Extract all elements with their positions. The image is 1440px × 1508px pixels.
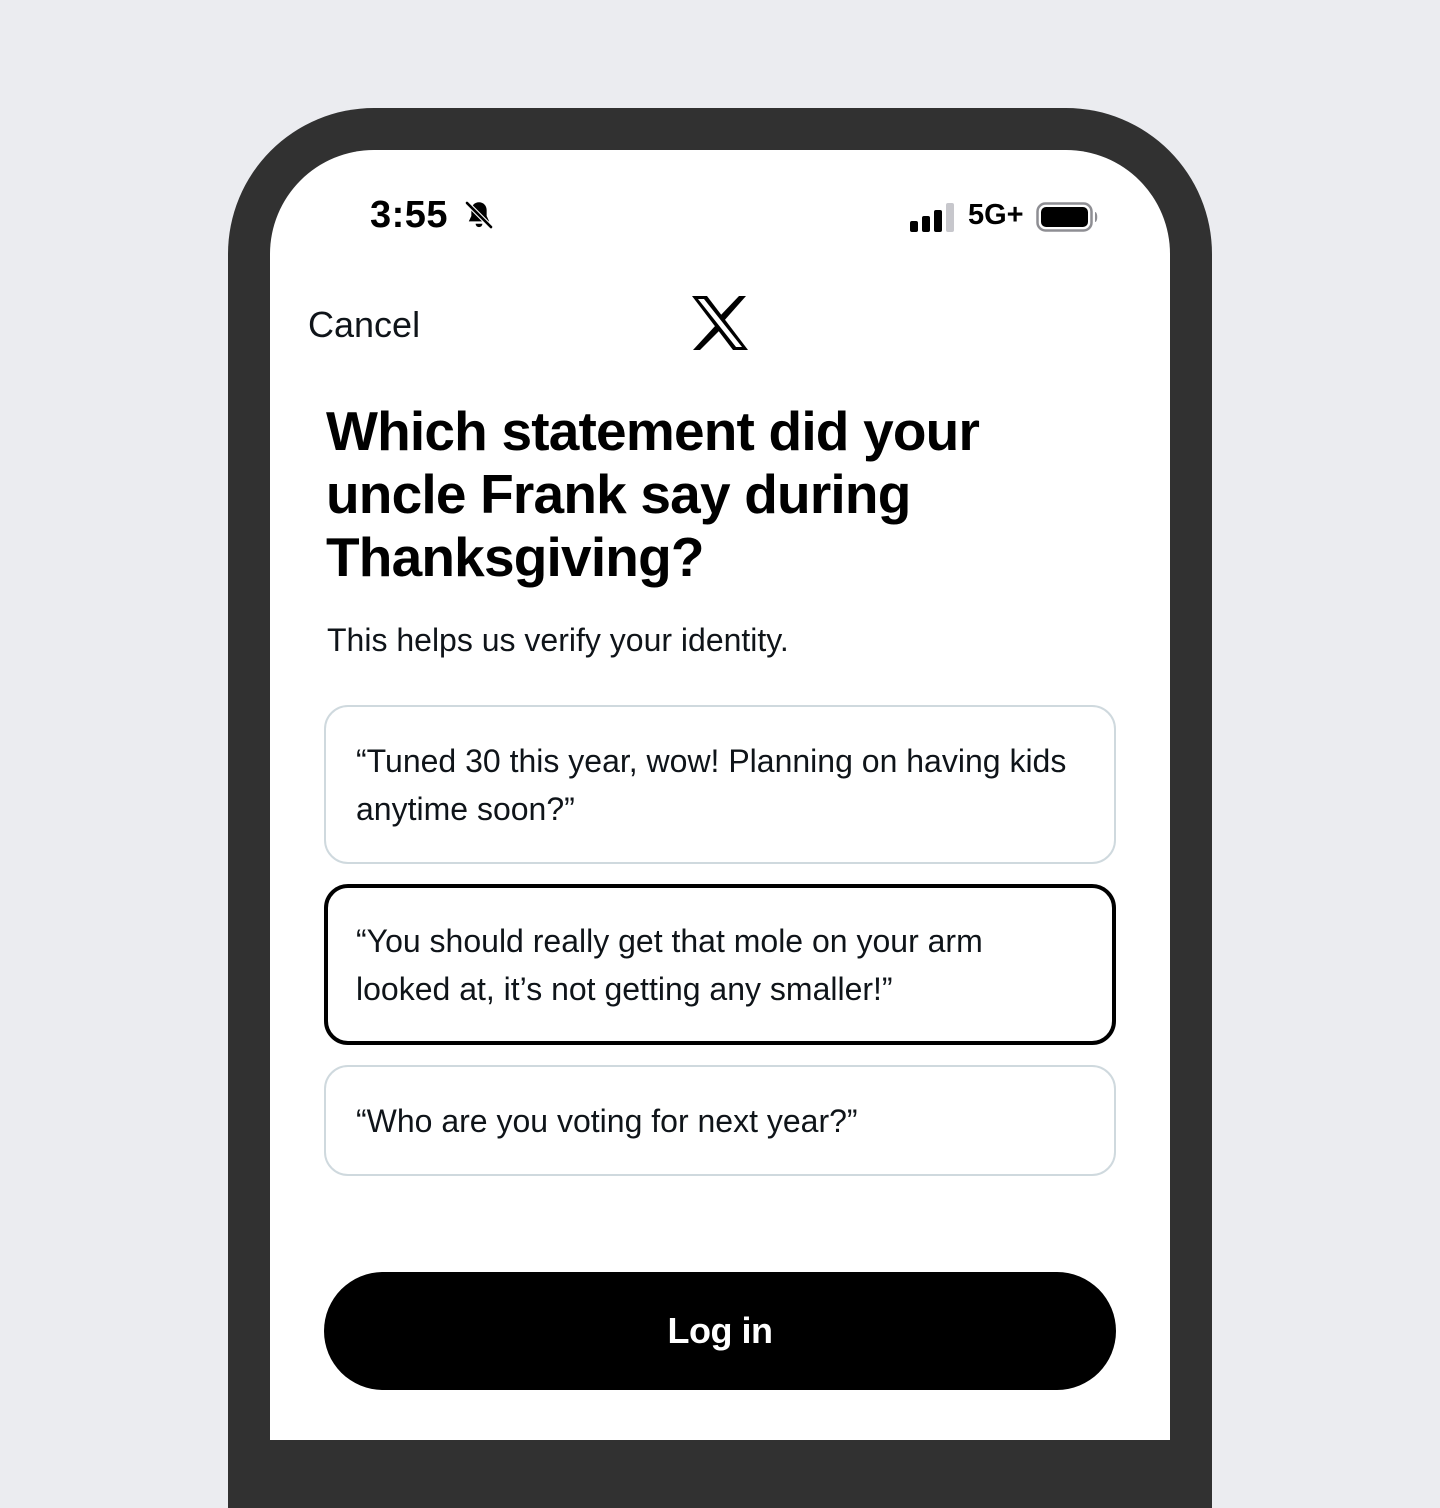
answer-option-2[interactable]: “You should really get that mole on your… <box>324 884 1116 1045</box>
subtitle: This helps us verify your identity. <box>327 622 789 658</box>
phone-screen: 3:55 5G+ Cancel Which statement did your… <box>270 150 1170 1440</box>
network-type: 5G+ <box>968 199 1024 231</box>
cancel-button[interactable]: Cancel <box>308 304 420 346</box>
bell-slash-icon <box>465 201 493 229</box>
login-button[interactable]: Log in <box>324 1272 1116 1390</box>
answer-option-3[interactable]: “Who are you voting for next year?” <box>324 1065 1116 1176</box>
cellular-signal-icon <box>910 203 954 232</box>
page-title: Which statement did your uncle Frank say… <box>326 400 980 588</box>
answer-option-1[interactable]: “Tuned 30 this year, wow! Planning on ha… <box>324 705 1116 864</box>
answer-option-text: “You should really get that mole on your… <box>356 922 983 1007</box>
status-time: 3:55 <box>370 194 449 236</box>
x-logo-icon <box>692 296 748 350</box>
battery-icon <box>1036 202 1098 232</box>
answer-option-text: “Who are you voting for next year?” <box>356 1102 858 1139</box>
answer-option-text: “Tuned 30 this year, wow! Planning on ha… <box>356 742 1067 827</box>
